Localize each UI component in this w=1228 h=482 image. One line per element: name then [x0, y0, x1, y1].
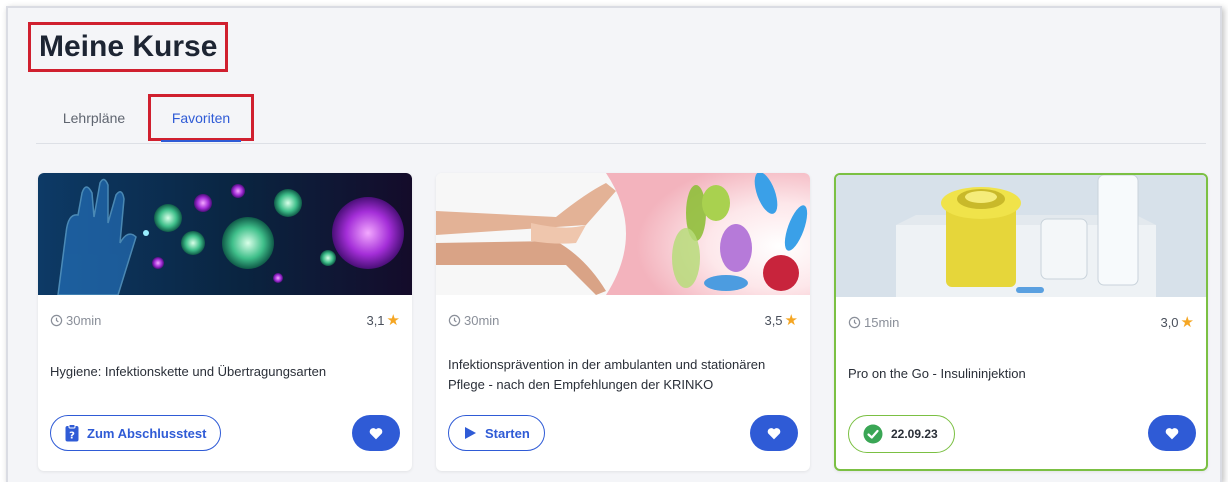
tab-favoriten[interactable]: Favoriten [148, 94, 254, 142]
svg-text:?: ? [69, 431, 75, 442]
course-card-completed[interactable]: 15min 3,0 ★ Pro on the Go - Insulininjek… [834, 173, 1208, 471]
duration-value: 15min [864, 314, 900, 330]
duration-value: 30min [66, 312, 102, 328]
page-title: Meine Kurse [28, 22, 229, 72]
duration: 30min [50, 313, 101, 328]
course-image-handwashing [436, 173, 810, 295]
duration: 15min [848, 315, 899, 330]
completed-badge: 22.09.23 [848, 415, 955, 453]
star-icon: ★ [1180, 314, 1194, 331]
rating-value: 3,1 [366, 312, 385, 328]
rating: 3,5 ★ [764, 311, 798, 329]
course-meta: 15min 3,0 ★ [848, 313, 1194, 331]
course-card[interactable]: 30min 3,1 ★ Hygiene: Infektionskette und… [38, 173, 412, 471]
course-image-sharps-container [836, 175, 1206, 297]
heart-icon [1165, 427, 1179, 439]
final-test-label: Zum Abschlusstest [87, 425, 207, 441]
duration: 30min [448, 313, 499, 328]
check-circle-icon [863, 424, 883, 444]
play-icon [465, 427, 476, 439]
clock-icon [50, 314, 63, 326]
course-meta: 30min 3,5 ★ [448, 311, 798, 329]
start-button[interactable]: Starten [448, 415, 545, 451]
course-title[interactable]: Pro on the Go - Insulininjektion [848, 359, 1166, 389]
course-title[interactable]: Hygiene: Infektionskette und Übertragung… [50, 357, 372, 387]
app-frame: Meine Kurse Lehrpläne Favoriten 30min 3,… [6, 6, 1222, 482]
favorite-button[interactable] [1148, 415, 1196, 451]
course-image-virus [38, 173, 412, 295]
heart-icon [369, 427, 383, 439]
star-icon: ★ [386, 312, 400, 329]
clipboard-question-icon: ? [65, 424, 79, 442]
final-test-button[interactable]: ? Zum Abschlusstest [50, 415, 222, 451]
completed-date: 22.09.23 [891, 427, 938, 441]
favorite-button[interactable] [352, 415, 400, 451]
rating-value: 3,5 [764, 312, 783, 328]
clock-icon [448, 314, 461, 326]
rating-value: 3,0 [1160, 314, 1179, 330]
duration-value: 30min [464, 312, 500, 328]
tab-lehrplaene[interactable]: Lehrpläne [50, 94, 138, 141]
heart-icon [767, 427, 781, 439]
start-label: Starten [485, 425, 530, 441]
tab-bar: Lehrpläne Favoriten [36, 94, 1206, 144]
rating: 3,0 ★ [1160, 313, 1194, 331]
favorite-button[interactable] [750, 415, 798, 451]
course-title[interactable]: Infektionsprävention in der ambulanten u… [448, 345, 770, 405]
clock-icon [848, 316, 861, 328]
course-card[interactable]: 30min 3,5 ★ Infektionsprävention in der … [436, 173, 810, 471]
rating: 3,1 ★ [366, 311, 400, 329]
star-icon: ★ [784, 312, 798, 329]
course-meta: 30min 3,1 ★ [50, 311, 400, 329]
